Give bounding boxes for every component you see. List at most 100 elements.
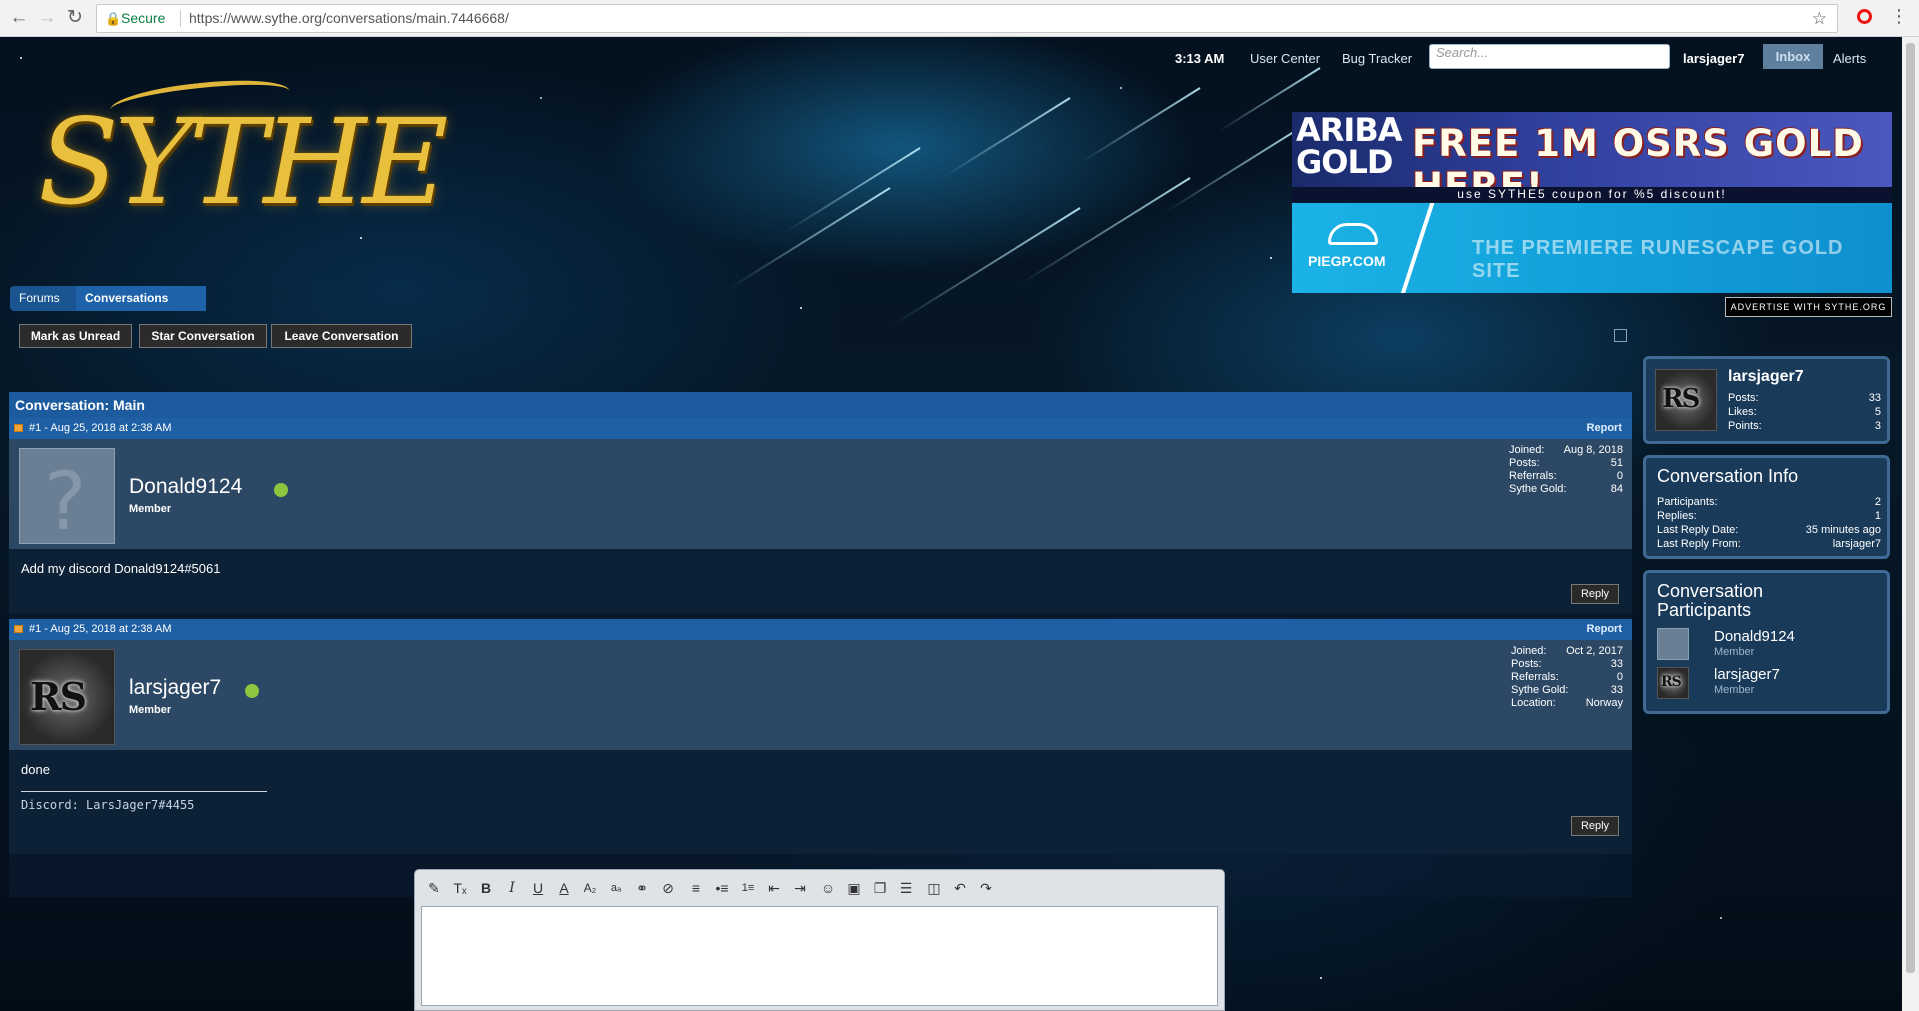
message-user-info: ? Donald9124 Member Joined: Aug 8, 2018 P… [9, 439, 1632, 549]
mark-unread-button[interactable]: Mark as Unread [19, 324, 132, 348]
insert-icon[interactable]: ☰ [895, 877, 917, 899]
participant-avatar[interactable] [1657, 628, 1689, 660]
bookmark-star-icon[interactable]: ☆ [1812, 5, 1827, 32]
redo-icon[interactable]: ↷ [975, 877, 997, 899]
search-input[interactable]: Search... [1429, 44, 1670, 69]
media-icon[interactable]: ❐ [869, 877, 891, 899]
search-placeholder: Search... [1436, 45, 1489, 60]
unlink-icon[interactable]: ⊘ [657, 877, 679, 899]
font-family-icon[interactable]: aₐ [605, 877, 627, 899]
advertise-link[interactable]: ADVERTISE WITH SYTHE.ORG [1725, 297, 1892, 317]
visitor-avatar[interactable]: RS [1655, 369, 1717, 431]
message-username[interactable]: larsjager7 [129, 676, 221, 700]
page-scrollbar[interactable] [1902, 37, 1919, 1011]
font-color-icon[interactable]: A [553, 877, 575, 899]
piegp-banner-ad[interactable]: PIEGP.COM THE PREMIERE RUNESCAPE GOLD SI… [1292, 203, 1892, 293]
avatar[interactable]: ? [19, 448, 115, 548]
stat-key: Posts: [1509, 457, 1540, 469]
url-path: /conversations/main.7446668/ [322, 10, 509, 26]
message-username[interactable]: Donald9124 [129, 475, 242, 499]
message-meta[interactable]: #1 - Aug 25, 2018 at 2:38 AM [29, 418, 172, 439]
numbered-list-icon[interactable]: 1≡ [737, 877, 759, 899]
stat-row: Joined: Oct 2, 2017 [1511, 645, 1623, 658]
participant-name[interactable]: Donald9124 [1714, 628, 1795, 645]
message-textarea[interactable] [421, 906, 1218, 1006]
account-username-link[interactable]: larsjager7 [1683, 47, 1744, 71]
breadcrumb-arrow [188, 286, 198, 310]
panel-title-line1: Conversation [1657, 581, 1764, 601]
leave-conversation-button[interactable]: Leave Conversation [271, 324, 412, 348]
popout-icon[interactable] [1614, 329, 1627, 342]
link-icon[interactable]: ⚭ [631, 877, 653, 899]
stat-key: Referrals: [1509, 470, 1557, 482]
message-user-info: RS larsjager7 Member Joined: Oct 2, 2017 … [9, 640, 1632, 750]
avatar-rs-glyph: RS [30, 674, 87, 719]
address-bar[interactable]: 🔒 Secure https://www.sythe.org/conversat… [96, 4, 1838, 33]
participant-name[interactable]: larsjager7 [1714, 666, 1780, 683]
avatar[interactable]: RS [19, 649, 115, 745]
stat-value: Oct 2, 2017 [1566, 645, 1623, 657]
lock-icon: 🔒 [105, 11, 122, 26]
visitor-panel: RS larsjager7 Posts: 33 Likes: 5 Points: 3 [1643, 356, 1890, 444]
browser-chrome: ← → ↻ 🔒 Secure https://www.sythe.org/con… [0, 0, 1919, 37]
underline-icon[interactable]: U [527, 877, 549, 899]
user-stats: Joined: Aug 8, 2018 Posts: 51 Referrals: 0 … [1509, 444, 1623, 496]
forward-icon[interactable]: → [36, 7, 58, 29]
visitor-username[interactable]: larsjager7 [1728, 368, 1804, 386]
stat-value: 3 [1874, 420, 1881, 432]
message-body: done Discord: LarsJager7#4455 Reply [9, 750, 1632, 854]
participant-avatar[interactable]: RS [1657, 667, 1689, 699]
bug-tracker-link[interactable]: Bug Tracker [1342, 47, 1412, 71]
browser-menu-icon[interactable]: ⋮ [1890, 6, 1908, 27]
meteor-streak [942, 97, 1071, 179]
stat-key: Sythe Gold: [1511, 684, 1569, 696]
envelope-icon [14, 625, 23, 633]
stat-value: 0 [1616, 470, 1623, 482]
ad-brand-line1: ARIBA [1296, 112, 1402, 149]
meteor-streak [892, 207, 1081, 326]
italic-icon[interactable]: I [501, 877, 523, 899]
user-center-link[interactable]: User Center [1250, 47, 1320, 71]
user-title: Member [129, 503, 172, 515]
back-icon[interactable]: ← [8, 7, 30, 29]
message-meta[interactable]: #1 - Aug 25, 2018 at 2:38 AM [29, 619, 172, 640]
remove-format-icon[interactable]: ✎ [423, 877, 445, 899]
stat-row: Sythe Gold: 84 [1509, 483, 1623, 496]
bold-icon[interactable]: B [475, 877, 497, 899]
report-link[interactable]: Report [1587, 619, 1622, 640]
inbox-tab[interactable]: Inbox [1763, 44, 1823, 69]
info-key: Last Reply From: [1657, 538, 1741, 550]
meteor-streak [783, 147, 921, 234]
panel-title: Conversation Info [1657, 466, 1799, 486]
meteor-streak [728, 187, 891, 290]
font-size-icon[interactable]: A₂ [579, 877, 601, 899]
undo-icon[interactable]: ↶ [949, 877, 971, 899]
stat-value: 0 [1616, 671, 1623, 683]
opera-extension-icon[interactable] [1857, 9, 1872, 24]
url-text[interactable]: https://www.sythe.org/conversations/main… [189, 5, 509, 32]
ariba-gold-banner-ad[interactable]: ARIBA GOLD FREE 1M OSRS GOLD HERE! use S… [1292, 112, 1892, 202]
outdent-icon[interactable]: ⇤ [763, 877, 785, 899]
clear-format-icon[interactable]: Tₓ [449, 877, 471, 899]
image-icon[interactable]: ▣ [843, 877, 865, 899]
indent-icon[interactable]: ⇥ [789, 877, 811, 899]
reload-icon[interactable]: ↻ [64, 7, 86, 29]
sythe-logo[interactable]: SYTHE [38, 87, 448, 237]
visitor-stat-row: Points: 3 [1728, 420, 1881, 433]
align-icon[interactable]: ≡ [685, 877, 707, 899]
avatar-rs-glyph: RS [1662, 384, 1700, 414]
bullet-list-icon[interactable]: •≡ [711, 877, 733, 899]
reply-button[interactable]: Reply [1571, 816, 1619, 836]
scrollbar-thumb[interactable] [1906, 43, 1915, 973]
info-value: 1 [1874, 510, 1881, 522]
info-key: Participants: [1657, 496, 1718, 508]
smilie-icon[interactable]: ☺ [817, 877, 839, 899]
star-conversation-button[interactable]: Star Conversation [139, 324, 267, 348]
reply-button[interactable]: Reply [1571, 584, 1619, 604]
report-link[interactable]: Report [1587, 418, 1622, 439]
breadcrumb-conversations[interactable]: Conversations [76, 286, 206, 311]
save-draft-icon[interactable]: ◫ [923, 877, 945, 899]
alerts-link[interactable]: Alerts [1833, 47, 1866, 71]
stat-value: 33 [1868, 392, 1881, 404]
participant-role: Member [1714, 646, 1755, 658]
